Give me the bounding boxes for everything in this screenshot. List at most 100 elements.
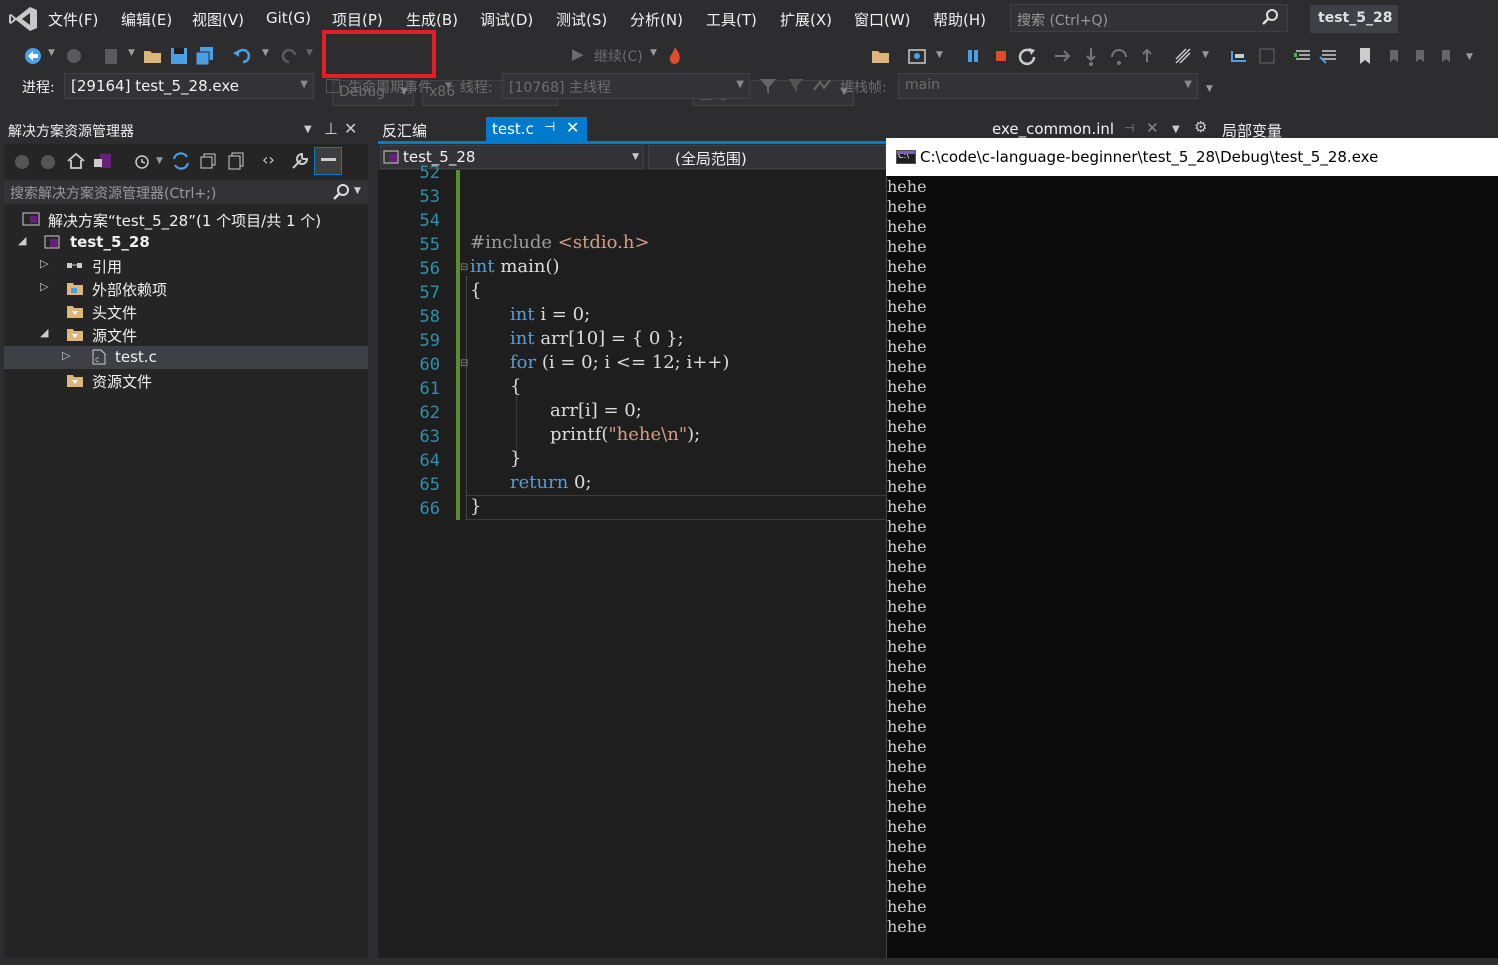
- menu-item[interactable]: 窗口(W): [854, 9, 911, 30]
- search-options-dropdown-icon[interactable]: ▼: [354, 186, 361, 196]
- clear-bookmarks-icon[interactable]: [1434, 45, 1456, 67]
- panel-options-dropdown-icon[interactable]: ▼: [304, 124, 312, 135]
- gear-icon[interactable]: ⚙: [1194, 118, 1207, 136]
- save-icon[interactable]: [168, 45, 190, 67]
- continue-button[interactable]: 继续(C): [594, 46, 643, 66]
- bookmark-icon[interactable]: [1354, 45, 1376, 67]
- uncomment-lines-icon[interactable]: [1318, 45, 1340, 67]
- menu-item[interactable]: 视图(V): [192, 9, 244, 30]
- menu-item[interactable]: 生成(B): [406, 9, 458, 30]
- collapse-for-icon[interactable]: ⊟: [460, 358, 468, 369]
- pin-icon[interactable]: ⊥: [324, 119, 338, 138]
- solution-name-badge[interactable]: test_5_28: [1310, 5, 1398, 33]
- new-dropdown-icon[interactable]: ▼: [128, 48, 135, 58]
- thread-dropdown[interactable]: [10768] 主线程 ▼: [502, 73, 750, 99]
- scope-nav-dropdown[interactable]: (全局范围): [648, 145, 886, 169]
- toggle-flags-icon[interactable]: [812, 76, 834, 96]
- step-over-icon[interactable]: [1108, 45, 1130, 67]
- toolbar2-overflow-icon[interactable]: ▼: [1206, 84, 1213, 94]
- switch-views-icon[interactable]: [92, 151, 114, 171]
- tree-item-external-deps[interactable]: ▷ 外部依赖项: [4, 277, 368, 300]
- filter-dropdown-icon[interactable]: ▼: [156, 156, 163, 166]
- search-input[interactable]: 搜索 (Ctrl+Q): [1010, 4, 1288, 32]
- step-into-icon[interactable]: [1080, 45, 1102, 67]
- hot-reload-flame-icon[interactable]: [664, 45, 686, 67]
- continue-play-icon[interactable]: ▶: [572, 45, 584, 63]
- tree-item-source-files[interactable]: ◢ 源文件: [4, 323, 368, 346]
- tab-test-c[interactable]: test.c ⊣ ✕: [486, 117, 587, 141]
- collapsed-arrow-icon[interactable]: ▷: [40, 280, 48, 293]
- comment-lines-icon[interactable]: [1292, 45, 1314, 67]
- breakpoint-dropdown-icon[interactable]: ▼: [1202, 50, 1209, 60]
- stop-icon[interactable]: [990, 45, 1012, 67]
- tree-item-project[interactable]: ◢ test_5_28: [4, 231, 368, 254]
- undo-dropdown-icon[interactable]: ▼: [262, 48, 269, 58]
- tree-item-references[interactable]: ▷ 引用: [4, 254, 368, 277]
- lifecycle-dropdown-icon[interactable]: ▼: [445, 81, 452, 91]
- collapse-main-icon[interactable]: ⊟: [460, 262, 468, 273]
- expanded-arrow-icon[interactable]: ◢: [40, 326, 48, 339]
- pin-tab-icon[interactable]: ⊣: [1124, 121, 1134, 135]
- menu-item[interactable]: 调试(D): [480, 9, 533, 30]
- open-file-folder-icon[interactable]: [870, 45, 892, 67]
- collapsed-arrow-icon[interactable]: ▷: [40, 257, 48, 270]
- redo-icon[interactable]: [278, 45, 300, 67]
- tree-item-header-files[interactable]: 头文件: [4, 300, 368, 323]
- menu-item[interactable]: Git(G): [266, 9, 311, 27]
- flag-threads-icon[interactable]: [786, 76, 806, 96]
- solution-search-input[interactable]: 搜索解决方案资源管理器(Ctrl+;) ▼: [4, 180, 368, 204]
- tree-item-test-c[interactable]: ▷ c test.c: [4, 346, 368, 369]
- stack-frame-dropdown[interactable]: main ▼: [898, 73, 1198, 99]
- home-icon[interactable]: [66, 151, 86, 171]
- close-tab-icon[interactable]: ✕: [566, 118, 579, 137]
- lifecycle-events-icon[interactable]: [326, 79, 340, 93]
- console-title-bar[interactable]: C:\ C:\code\c-language-beginner\test_5_2…: [886, 138, 1498, 176]
- show-all-files-icon[interactable]: [226, 151, 246, 171]
- pause-icon[interactable]: [962, 45, 984, 67]
- undo-icon[interactable]: [232, 45, 254, 67]
- close-icon[interactable]: ✕: [344, 119, 357, 138]
- menu-item[interactable]: 编辑(E): [121, 9, 172, 30]
- forward-icon[interactable]: [38, 152, 58, 172]
- breakpoint-settings-icon[interactable]: [1172, 45, 1194, 67]
- expanded-arrow-icon[interactable]: ◢: [18, 234, 26, 247]
- menu-item[interactable]: 工具(T): [706, 9, 757, 30]
- show-next-statement-icon[interactable]: [1052, 45, 1074, 67]
- camera-dropdown-icon[interactable]: ▼: [936, 50, 943, 60]
- menu-item[interactable]: 分析(N): [630, 9, 683, 30]
- tab-disassembly[interactable]: 反汇编: [382, 120, 427, 141]
- lifecycle-events-button[interactable]: 生命周期事件: [348, 77, 432, 97]
- properties-wrench-icon[interactable]: [290, 151, 310, 171]
- tab-list-dropdown-icon[interactable]: ▼: [1172, 124, 1180, 135]
- toggle-source-icon[interactable]: [1256, 45, 1278, 67]
- view-code-icon[interactable]: ‹›: [262, 150, 275, 169]
- menu-item[interactable]: 扩展(X): [780, 9, 832, 30]
- redo-dropdown-icon[interactable]: ▼: [306, 48, 313, 58]
- tree-item-solution[interactable]: 解决方案“test_5_28”(1 个项目/共 1 个): [4, 208, 368, 231]
- process-dropdown[interactable]: [29164] test_5_28.exe ▼: [64, 73, 314, 99]
- code-editor[interactable]: [378, 170, 886, 958]
- screenshot-camera-icon[interactable]: [906, 45, 928, 67]
- menu-item[interactable]: 帮助(H): [933, 9, 986, 30]
- console-window[interactable]: [886, 138, 1498, 958]
- collapse-all-icon[interactable]: [198, 151, 218, 171]
- menu-item[interactable]: 项目(P): [332, 9, 383, 30]
- save-all-icon[interactable]: [194, 45, 216, 67]
- sync-icon[interactable]: [170, 151, 192, 171]
- close-tab-icon[interactable]: ✕: [1146, 119, 1159, 137]
- prev-bookmark-icon[interactable]: [1382, 45, 1404, 67]
- collapsed-arrow-icon[interactable]: ▷: [62, 349, 70, 362]
- step-out-icon[interactable]: [1136, 45, 1158, 67]
- back-icon[interactable]: [12, 152, 32, 172]
- toolbar-overflow-icon[interactable]: ▼: [1466, 52, 1473, 62]
- continue-dropdown-icon[interactable]: ▼: [650, 48, 657, 58]
- preview-selected-items-button[interactable]: [314, 147, 342, 175]
- new-project-icon[interactable]: [100, 45, 122, 67]
- forward-icon[interactable]: [63, 45, 85, 67]
- tab-exe-common[interactable]: exe_common.inl: [992, 120, 1114, 138]
- show-threads-icon[interactable]: [1228, 45, 1250, 67]
- filter-threads-icon[interactable]: [758, 76, 778, 96]
- open-folder-icon[interactable]: [142, 45, 164, 67]
- back-icon[interactable]: [22, 45, 44, 67]
- pending-changes-filter-icon[interactable]: [132, 151, 152, 171]
